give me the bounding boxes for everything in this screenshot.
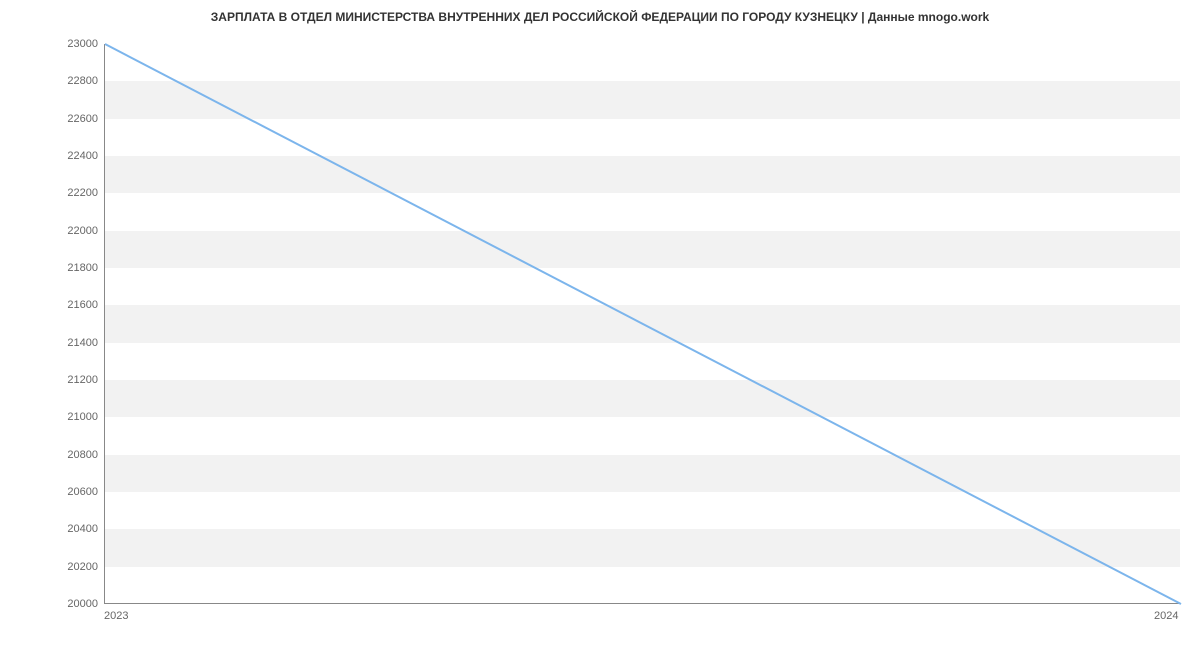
y-tick-label: 22800 [38, 75, 98, 87]
data-line [105, 44, 1181, 604]
x-tick-label: 2024 [1154, 610, 1178, 622]
y-tick-label: 22600 [38, 113, 98, 125]
y-tick-label: 21400 [38, 337, 98, 349]
y-tick-label: 21800 [38, 262, 98, 274]
y-tick-label: 20400 [38, 523, 98, 535]
y-tick-label: 22200 [38, 187, 98, 199]
y-tick-label: 22000 [38, 225, 98, 237]
chart-title: ЗАРПЛАТА В ОТДЕЛ МИНИСТЕРСТВА ВНУТРЕННИХ… [0, 10, 1200, 24]
plot-area [104, 44, 1180, 604]
y-tick-label: 23000 [38, 38, 98, 50]
x-tick-label: 2023 [104, 610, 128, 622]
y-tick-label: 21000 [38, 411, 98, 423]
y-tick-label: 20800 [38, 449, 98, 461]
chart-container: ЗАРПЛАТА В ОТДЕЛ МИНИСТЕРСТВА ВНУТРЕННИХ… [0, 0, 1200, 650]
y-tick-label: 20000 [38, 598, 98, 610]
line-series [105, 44, 1180, 603]
y-tick-label: 21200 [38, 374, 98, 386]
y-tick-label: 20200 [38, 561, 98, 573]
y-tick-label: 21600 [38, 299, 98, 311]
y-tick-label: 22400 [38, 150, 98, 162]
y-tick-label: 20600 [38, 486, 98, 498]
